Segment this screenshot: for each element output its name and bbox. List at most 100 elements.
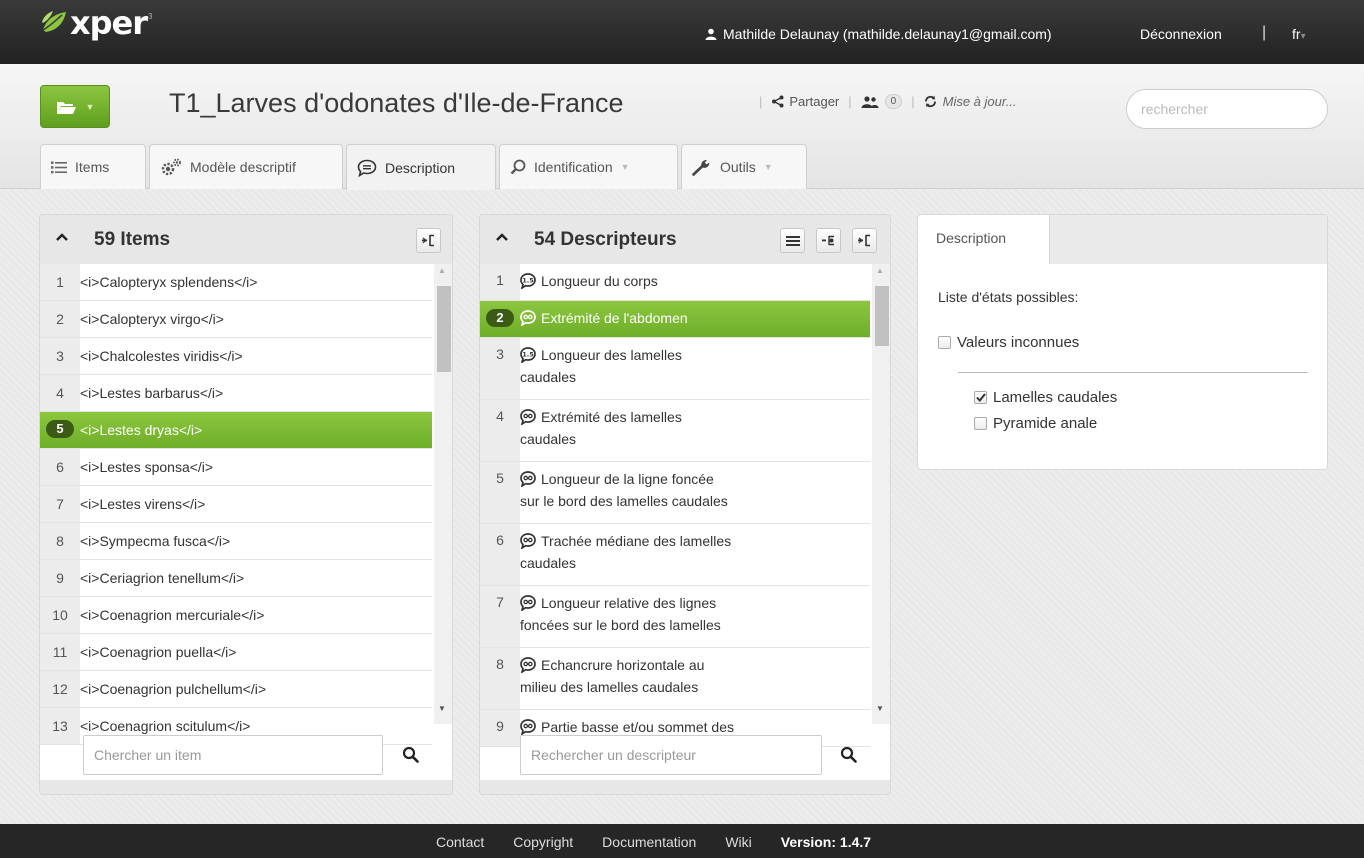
descriptor-label-text: Longueur du corps — [541, 273, 658, 289]
descriptor-label-line: caudales — [520, 552, 870, 574]
wrench-icon — [692, 159, 710, 176]
descriptors-scroll-thumb[interactable] — [875, 286, 889, 346]
checkbox[interactable] — [974, 417, 987, 430]
descriptor-label-line: caudales — [520, 428, 870, 450]
descriptor-number-badge: 2 — [486, 309, 514, 327]
descriptor-row[interactable]: 1 1.5 Longueur du corps — [480, 264, 870, 301]
footer-link-documentation[interactable]: Documentation — [602, 834, 696, 850]
states-heading: Liste d'états possibles: — [938, 289, 1079, 305]
state-checkbox-lamelles-caudales[interactable]: Lamelles caudales — [974, 389, 1117, 406]
items-panel-header: 59 Items — [40, 215, 452, 265]
footer-link-contact[interactable]: Contact — [436, 834, 484, 850]
item-search-input[interactable] — [83, 735, 383, 775]
descriptor-label-text: Extrémité des lamelles — [541, 409, 682, 425]
descriptor-search-input[interactable] — [520, 735, 822, 775]
share-label: Partager — [789, 94, 840, 109]
item-row-selected[interactable]: 5 <i>Lestes dryas</i> — [40, 412, 432, 449]
item-row[interactable]: 6 <i>Lestes sponsa</i> — [40, 449, 432, 486]
item-row[interactable]: 12 <i>Coenagrion pulchellum</i> — [40, 671, 432, 708]
descriptor-label-text: caudales — [520, 369, 577, 385]
description-panel: Description Liste d'états possibles: Val… — [917, 214, 1328, 470]
item-row[interactable]: 7 <i>Lestes virens</i> — [40, 486, 432, 523]
nav-separator: | — [1262, 24, 1267, 41]
share-button[interactable]: Partager — [771, 94, 839, 109]
descriptor-row[interactable]: 7 Longueur relative des lignes foncées sur… — [480, 586, 870, 648]
tab-description-detail[interactable]: Description — [918, 215, 1050, 264]
state-checkbox-pyramide-anale[interactable]: Pyramide anale — [974, 415, 1097, 432]
descriptor-label-text: sur le bord des lamelles caudales — [520, 493, 728, 509]
descriptor-label: Echancrure horizontale au milieu des lame… — [520, 646, 870, 709]
checkbox[interactable] — [938, 336, 951, 349]
footer-link-wiki[interactable]: Wiki — [725, 834, 751, 850]
descriptor-label: Longueur de la ligne foncée sur le bord d… — [520, 460, 870, 523]
descriptors-group-view-button[interactable] — [816, 228, 841, 253]
item-number: 9 — [40, 560, 80, 596]
descriptors-tree-view-button[interactable] — [852, 228, 877, 253]
checkmark-icon — [975, 393, 986, 402]
item-row[interactable]: 2 <i>Calopteryx virgo</i> — [40, 301, 432, 338]
descriptor-number: 8 — [480, 648, 520, 709]
search-icon[interactable] — [840, 746, 858, 764]
chevron-up-icon[interactable] — [494, 229, 510, 245]
users-icon — [861, 95, 879, 108]
language-dropdown[interactable]: fr▾ — [1292, 26, 1306, 42]
global-search-input[interactable] — [1126, 89, 1328, 129]
item-row[interactable]: 9 <i>Ceriagrion tenellum</i> — [40, 560, 432, 597]
scroll-up-arrow[interactable]: ▲ — [438, 266, 446, 275]
numeric-descriptor-icon: 1.5 — [520, 273, 536, 290]
separator: | — [759, 94, 763, 109]
descriptor-row[interactable]: 8 Echancrure horizontale au milieu des lam… — [480, 648, 870, 710]
items-tree-view-button[interactable] — [416, 228, 441, 253]
item-row[interactable]: 1 <i>Calopteryx splendens</i> — [40, 264, 432, 301]
tab-description[interactable]: Description — [346, 144, 496, 190]
descriptor-label-text: Longueur des lamelles — [541, 347, 682, 363]
tab-identification[interactable]: Identification ▼ — [499, 144, 678, 189]
scroll-down-arrow[interactable]: ▼ — [876, 704, 884, 713]
descriptor-label-line: 1.5 Longueur du corps — [520, 270, 870, 292]
folder-menu-button[interactable]: ▼ — [40, 85, 110, 128]
user-account-link[interactable]: Mathilde Delaunay (mathilde.delaunay1@gm… — [705, 26, 1052, 42]
item-row[interactable]: 11 <i>Coenagrion puella</i> — [40, 634, 432, 671]
descriptors-list-view-button[interactable] — [780, 228, 805, 253]
scroll-down-arrow[interactable]: ▼ — [438, 704, 446, 713]
categorical-descriptor-icon — [520, 310, 536, 327]
scroll-up-arrow[interactable]: ▲ — [876, 266, 884, 275]
page-title: T1_Larves d'odonates d'Ile-de-France — [169, 88, 624, 118]
tab-tools[interactable]: Outils ▼ — [681, 144, 807, 189]
descriptor-row[interactable]: 6 Trachée médiane des lamelles caudales — [480, 524, 870, 586]
logout-link[interactable]: Déconnexion — [1140, 26, 1222, 42]
descriptor-label-text: caudales — [520, 555, 577, 571]
descriptor-row[interactable]: 5 Longueur de la ligne foncée sur le bord … — [480, 462, 870, 524]
checkbox-checked[interactable] — [974, 391, 987, 404]
item-row[interactable]: 10 <i>Coenagrion mercuriale</i> — [40, 597, 432, 634]
unknown-values-checkbox[interactable]: Valeurs inconnues — [938, 334, 1079, 351]
footer-link-copyright[interactable]: Copyright — [513, 834, 573, 850]
item-number: 13 — [40, 708, 80, 744]
descriptor-number: 2 — [480, 301, 520, 337]
item-row[interactable]: 4 <i>Lestes barbarus</i> — [40, 375, 432, 412]
chevron-down-icon: ▼ — [85, 101, 95, 112]
tab-descriptive-model[interactable]: Modèle descriptif — [149, 144, 343, 189]
item-number: 8 — [40, 523, 80, 559]
item-number: 6 — [40, 449, 80, 485]
collaborators-button[interactable]: 0 — [861, 94, 903, 109]
descriptor-row[interactable]: 4 Extrémité des lamelles caudales — [480, 400, 870, 462]
svg-text:1.5: 1.5 — [522, 351, 534, 359]
search-icon[interactable] — [402, 746, 420, 764]
item-row[interactable]: 8 <i>Sympecma fusca</i> — [40, 523, 432, 560]
item-label: <i>Lestes virens</i> — [80, 496, 206, 512]
descriptors-scrollbar[interactable]: ▲ ▼ — [872, 264, 890, 724]
items-scroll-thumb[interactable] — [437, 286, 451, 372]
xper-logo[interactable]: xper 3 — [40, 7, 152, 39]
tab-items[interactable]: Items — [40, 144, 146, 189]
descriptor-row[interactable]: 3 1.5 Longueur des lamelles caudales — [480, 338, 870, 400]
items-scrollbar[interactable]: ▲ ▼ — [434, 264, 452, 724]
descriptor-row-selected[interactable]: 2 Extrémité de l'abdomen — [480, 301, 870, 338]
chevron-up-icon[interactable] — [54, 229, 70, 245]
item-row[interactable]: 3 <i>Chalcolestes viridis</i> — [40, 338, 432, 375]
descriptor-number: 1 — [480, 264, 520, 300]
user-icon — [705, 28, 717, 40]
descriptor-label-text: foncées sur le bord des lamelles — [520, 617, 721, 633]
top-navbar: xper 3 Mathilde Delaunay (mathilde.delau… — [0, 0, 1364, 64]
item-number: 2 — [40, 301, 80, 337]
